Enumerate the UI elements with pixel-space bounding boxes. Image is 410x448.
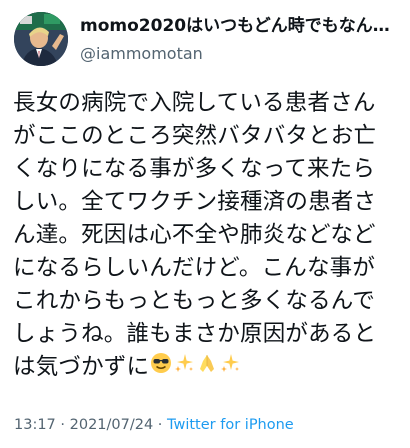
tweet-source-link[interactable]: Twitter for iPhone — [167, 417, 294, 433]
tweet-time[interactable]: 13:17 — [14, 417, 56, 433]
tweet-meta: 13:17 · 2021/07/24 · Twitter for iPhone — [14, 415, 294, 435]
tweet-line: くなりになる事が多くなって来たら — [13, 156, 376, 182]
display-name[interactable]: momo2020はいつもどん時でもなんく… — [80, 15, 402, 37]
tweet-line: これからもっともっと多くなるんで — [13, 288, 376, 314]
tweet-line: がここのところ突然バタバタとお亡 — [13, 123, 377, 149]
meta-separator: · — [55, 417, 70, 433]
user-names: momo2020はいつもどん時でもなんく… @iammomotan — [80, 15, 402, 64]
avatar[interactable] — [14, 12, 68, 66]
tweet-line-text: は気づかずに — [13, 354, 150, 380]
tweet-date[interactable]: 2021/07/24 — [70, 417, 154, 433]
tweet-text: 長女の病院で入院している患者さん がここのところ突然バタバタとお亡 くなりになる… — [13, 87, 405, 384]
sparkles-icon — [173, 351, 195, 384]
folded-hands-icon — [196, 351, 218, 384]
emoji-row — [150, 351, 242, 384]
tweet-line-last: は気づかずに — [13, 351, 405, 384]
tweet-card: momo2020はいつもどん時でもなんく… @iammomotan 長女の病院で… — [0, 0, 410, 448]
meta-separator: · — [153, 417, 168, 433]
sparkles-icon — [219, 351, 241, 384]
avatar-image — [14, 12, 68, 66]
tweet-line: しい。全てワクチン接種済の患者さ — [13, 189, 377, 215]
user-handle[interactable]: @iammomotan — [80, 44, 402, 64]
tweet-line: しょうね。誰もまさか原因があると — [13, 321, 377, 347]
tweet-line: になるらしいんだけど。こんな事が — [13, 255, 376, 281]
smiling-face-with-sunglasses-icon — [150, 351, 172, 384]
tweet-line: ん達。死因は心不全や肺炎などなど — [13, 222, 376, 248]
tweet-line: 長女の病院で入院している患者さん — [13, 90, 376, 116]
